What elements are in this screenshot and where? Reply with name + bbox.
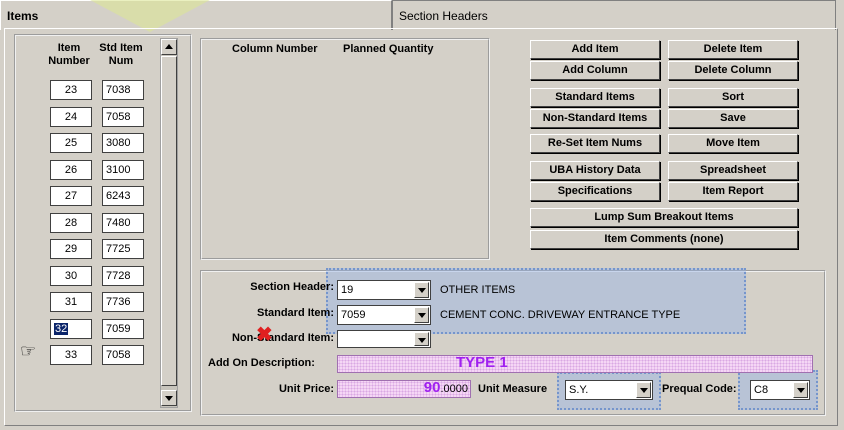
unit-measure-label: Unit Measure (478, 383, 548, 395)
unit-price-label: Unit Price: (278, 383, 334, 395)
item-number-field[interactable]: 25 (50, 133, 92, 153)
item-number-header: Item Number (48, 42, 90, 67)
std-item-field[interactable]: 7725 (102, 239, 144, 259)
chevron-down-icon[interactable] (414, 307, 429, 323)
section-header-desc: OTHER ITEMS (440, 284, 516, 296)
std-item-field[interactable]: 7480 (102, 213, 144, 233)
scroll-up-button[interactable] (161, 39, 177, 55)
non-standard-item-select[interactable] (337, 330, 431, 348)
std-item-field[interactable]: 7059 (102, 319, 144, 339)
chevron-down-icon[interactable] (414, 282, 429, 298)
move-item-button[interactable]: Move Item (668, 134, 798, 153)
unit-price-field[interactable]: 90.0000 (337, 379, 471, 398)
chevron-down-icon[interactable] (414, 332, 429, 346)
section-header-label: Section Header: (250, 281, 334, 293)
prequal-code-label: Prequal Code: (662, 383, 737, 395)
specifications-button[interactable]: Specifications (530, 182, 660, 201)
selected-item-text: 32 (54, 323, 69, 335)
item-number-field[interactable]: 33 (50, 345, 92, 365)
column-number-header: Column Number (232, 43, 318, 55)
item-comments-button[interactable]: Item Comments (none) (530, 230, 798, 249)
prequal-code-value: C8 (754, 384, 769, 396)
item-report-button[interactable]: Item Report (668, 182, 798, 201)
close-icon: ✖ (256, 324, 273, 346)
non-standard-items-button[interactable]: Non-Standard Items (530, 109, 660, 128)
standard-item-desc: CEMENT CONC. DRIVEWAY ENTRANCE TYPE (440, 309, 681, 321)
planned-quantity-header: Planned Quantity (343, 43, 434, 55)
std-item-field[interactable]: 7736 (102, 292, 144, 312)
delete-column-button[interactable]: Delete Column (668, 61, 798, 80)
spreadsheet-button[interactable]: Spreadsheet (668, 161, 798, 180)
section-header-select[interactable]: 19 (337, 280, 431, 300)
std-item-header: Std Item Num (99, 42, 143, 67)
standard-item-select[interactable]: 7059 (337, 305, 431, 325)
unit-measure-select[interactable]: S.Y. (565, 380, 653, 400)
item-number-field[interactable]: 26 (50, 160, 92, 180)
item-number-field[interactable]: 28 (50, 213, 92, 233)
item-number-field[interactable]: 30 (50, 266, 92, 286)
uba-history-button[interactable]: UBA History Data (530, 161, 660, 180)
sort-button[interactable]: Sort (668, 88, 798, 107)
std-item-field[interactable]: 3100 (102, 160, 144, 180)
standard-item-value: 7059 (341, 309, 366, 321)
unit-price-decimals: .0000 (440, 383, 468, 395)
add-on-description-label: Add On Description: (208, 357, 315, 369)
add-column-button[interactable]: Add Column (530, 61, 660, 80)
item-number-field[interactable]: 29 (50, 239, 92, 259)
tab-section-headers[interactable]: Section Headers (392, 0, 836, 30)
chevron-down-icon[interactable] (793, 382, 808, 398)
delete-item-button[interactable]: Delete Item (668, 40, 798, 59)
reset-item-nums-button[interactable]: Re-Set Item Nums (530, 134, 660, 153)
scroll-down-button[interactable] (161, 390, 177, 406)
item-number-field[interactable]: 23 (50, 80, 92, 100)
column-grid-panel (200, 38, 490, 260)
prequal-code-select[interactable]: C8 (750, 380, 810, 400)
std-item-field[interactable]: 7058 (102, 107, 144, 127)
std-item-field[interactable]: 7038 (102, 80, 144, 100)
item-number-field[interactable]: 24 (50, 107, 92, 127)
lump-sum-button[interactable]: Lump Sum Breakout Items (530, 208, 798, 227)
standard-item-label: Standard Item: (256, 307, 334, 319)
add-on-description-field[interactable]: TYPE 1 (337, 354, 813, 373)
add-on-description-value: TYPE 1 (456, 354, 508, 371)
add-item-button[interactable]: Add Item (530, 40, 660, 59)
std-item-field[interactable]: 7728 (102, 266, 144, 286)
item-number-field[interactable]: 32 (50, 319, 92, 339)
item-number-field[interactable]: 27 (50, 186, 92, 206)
section-header-value: 19 (341, 284, 354, 296)
pointing-hand-icon: ☞ (20, 341, 37, 361)
std-item-field[interactable]: 6243 (102, 186, 144, 206)
scroll-thumb[interactable] (161, 56, 177, 386)
std-item-field[interactable]: 7058 (102, 345, 144, 365)
unit-measure-value: S.Y. (569, 384, 589, 396)
std-item-field[interactable]: 3080 (102, 133, 144, 153)
unit-price-integer: 90 (423, 379, 441, 396)
item-number-field[interactable]: 31 (50, 292, 92, 312)
save-button[interactable]: Save (668, 109, 798, 128)
chevron-down-icon[interactable] (636, 382, 651, 398)
standard-items-button[interactable]: Standard Items (530, 88, 660, 107)
